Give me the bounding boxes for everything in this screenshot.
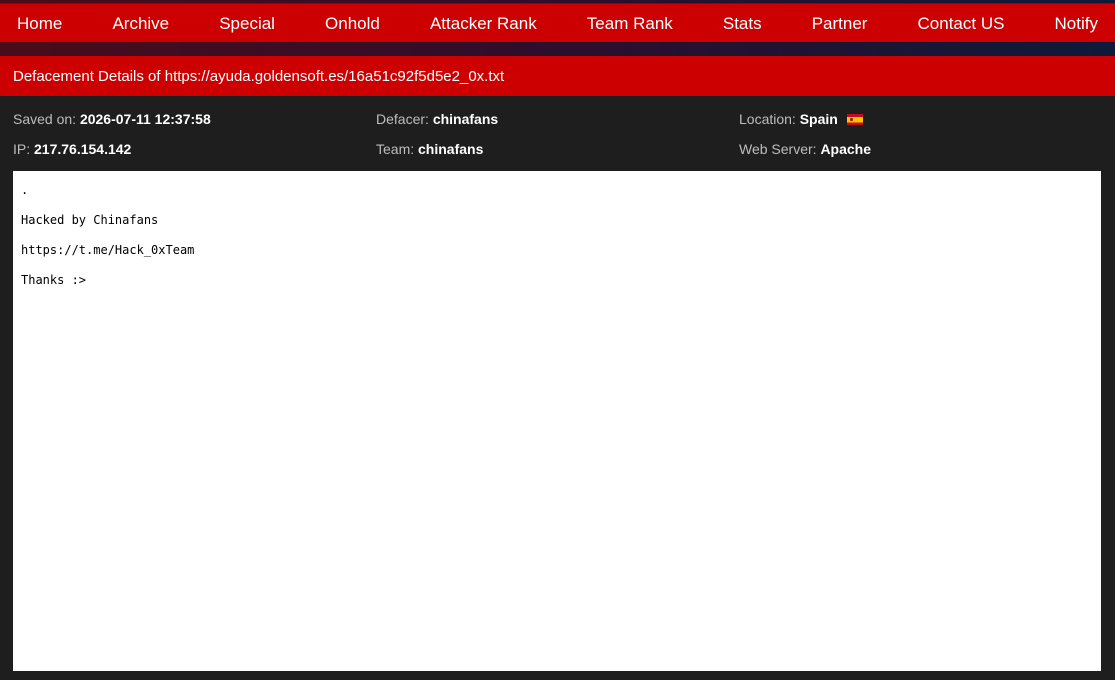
nav-onhold-link[interactable]: Onhold [325,4,380,43]
web-server-label: Web Server: [739,141,817,157]
mirror-content[interactable]: . Hacked by Chinafans https://t.me/Hack_… [13,171,1101,671]
saved-on-field: Saved on: 2026-07-11 12:37:58 [13,111,376,127]
web-server-value: Apache [820,141,872,157]
nav-home-link[interactable]: Home [17,4,62,43]
nav-team-rank-link[interactable]: Team Rank [587,4,673,43]
defaced-url-link[interactable]: https://ayuda.goldensoft.es/16a51c92f5d5… [165,68,504,85]
web-server-field: Web Server: Apache [739,141,1102,157]
location-field: Location: Spain [739,111,1102,127]
page: Home Archive Special Onhold Attacker Ran… [0,0,1115,680]
defacer-field: Defacer: chinafans [376,111,739,127]
team-label: Team: [376,141,415,157]
page-title: Defacement Details of https://ayuda.gold… [0,56,1115,96]
details-row: IP: 217.76.154.142 Team: chinafans Web S… [13,134,1103,164]
saved-on-label: Saved on: [13,111,77,127]
nav-attacker-rank-link[interactable]: Attacker Rank [430,4,537,43]
details-panel: Saved on: 2026-07-11 12:37:58 Defacer: c… [13,104,1103,164]
team-field: Team: chinafans [376,141,739,157]
title-prefix: Defacement Details of [13,67,161,85]
team-value[interactable]: chinafans [418,141,483,157]
ip-field: IP: 217.76.154.142 [13,141,376,157]
location-label: Location: [739,111,796,127]
nav-contact-link[interactable]: Contact US [918,4,1005,43]
header-band: Home Archive Special Onhold Attacker Ran… [0,0,1115,56]
content-line: https://t.me/Hack_0xTeam [21,243,195,257]
spain-flag-icon [846,114,863,125]
ip-value: 217.76.154.142 [34,141,132,157]
defacer-label: Defacer: [376,111,429,127]
details-row: Saved on: 2026-07-11 12:37:58 Defacer: c… [13,104,1103,134]
nav-partner-link[interactable]: Partner [812,4,868,43]
location-value: Spain [799,111,838,127]
content-line: . [21,183,29,197]
defacer-value[interactable]: chinafans [433,111,498,127]
nav-special-link[interactable]: Special [219,4,275,43]
ip-label: IP: [13,141,31,157]
content-line: Hacked by Chinafans [21,213,159,227]
nav-stats-link[interactable]: Stats [723,4,762,43]
saved-on-value: 2026-07-11 12:37:58 [79,111,211,127]
content-line: Thanks :> [21,273,87,287]
nav-archive-link[interactable]: Archive [112,4,169,43]
nav-notify-link[interactable]: Notify [1055,4,1098,43]
main-nav: Home Archive Special Onhold Attacker Ran… [0,3,1115,42]
